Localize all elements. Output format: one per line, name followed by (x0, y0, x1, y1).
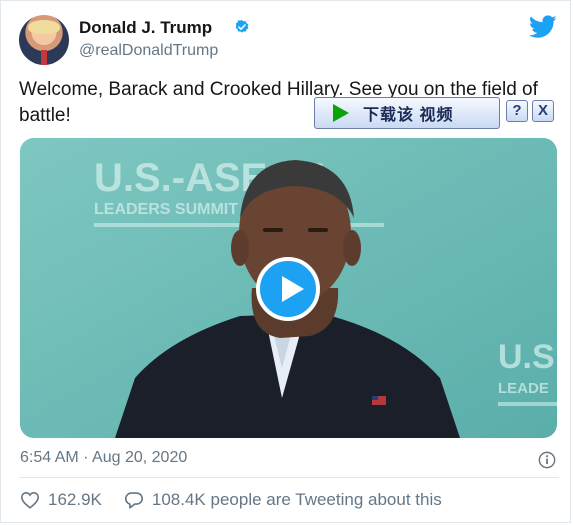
twitter-bird-icon[interactable] (529, 15, 557, 39)
video-download-overlay: 下载该 视频 ? X (314, 97, 557, 131)
download-video-button[interactable]: 下载该 视频 (314, 97, 500, 129)
video-play-button[interactable] (256, 257, 320, 321)
download-play-icon (333, 104, 349, 122)
download-help-button[interactable]: ? (506, 100, 528, 122)
backdrop-subtext-right: LEADE (498, 380, 549, 397)
author-name[interactable]: Donald J. Trump (79, 18, 212, 38)
tweeting-about-label[interactable]: 108.4K people are Tweeting about this (152, 490, 442, 510)
play-icon (282, 276, 304, 302)
tweet-card: Donald J. Trump @realDonaldTrump Welcome… (0, 0, 571, 523)
avatar-tie (41, 50, 47, 65)
tweet-timestamp[interactable]: 6:54 AM · Aug 20, 2020 (20, 449, 187, 467)
heart-icon[interactable] (20, 491, 40, 509)
avatar-hair (28, 20, 60, 34)
info-icon[interactable] (538, 451, 556, 469)
backdrop-subtext: LEADERS SUMMIT (94, 201, 238, 218)
tweet-stats: 162.9K 108.4K people are Tweeting about … (20, 490, 442, 510)
reply-icon[interactable] (124, 491, 144, 509)
download-video-label: 下载该 视频 (363, 107, 454, 124)
download-close-button[interactable]: X (532, 100, 554, 122)
video-player[interactable]: U.S.-ASEAN LEADERS SUMMIT U.S LEADE (20, 138, 557, 438)
author-avatar[interactable] (19, 15, 69, 65)
divider (19, 477, 559, 478)
backdrop-text-right: U.S (498, 338, 555, 376)
author-handle[interactable]: @realDonaldTrump (79, 42, 218, 60)
verified-badge-icon (235, 20, 249, 33)
likes-count[interactable]: 162.9K (48, 490, 102, 510)
